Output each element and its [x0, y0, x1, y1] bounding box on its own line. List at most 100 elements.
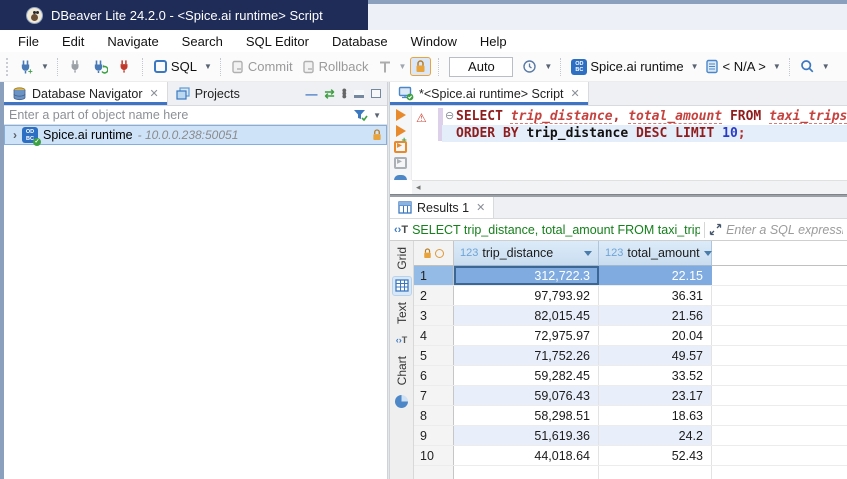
scroll-left-icon[interactable]: ◂	[416, 182, 421, 193]
total-amount-cell[interactable]: 21.56	[599, 306, 712, 325]
autocommit-lock-button[interactable]	[410, 57, 431, 76]
trip-distance-cell[interactable]: 71,752.26	[454, 346, 599, 365]
expand-filter-icon[interactable]	[709, 223, 722, 236]
sql-editor-dropdown[interactable]: ▼	[203, 62, 213, 71]
sql-editor-button[interactable]: SQL	[150, 57, 200, 76]
query-history-dropdown[interactable]: ▼	[543, 62, 553, 71]
menu-window[interactable]: Window	[406, 32, 462, 51]
trip-distance-cell[interactable]: 59,076.43	[454, 386, 599, 405]
row-number-cell[interactable]: 4	[414, 326, 454, 345]
collapse-all-icon[interactable]: —	[306, 87, 318, 101]
table-row[interactable]: 1044,018.6452.43	[414, 446, 847, 466]
tab-grid[interactable]: Grid	[395, 247, 409, 270]
tab-results-1[interactable]: Results 1 ✕	[390, 197, 494, 218]
code-line[interactable]: ORDER BY trip_distance DESC LIMIT 10;	[456, 125, 847, 142]
expand-chevron-icon[interactable]: ›	[9, 128, 17, 142]
total-amount-cell[interactable]: 22.15	[599, 266, 712, 285]
menu-navigate[interactable]: Navigate	[102, 32, 163, 51]
trip-distance-cell[interactable]: 51,619.36	[454, 426, 599, 445]
close-icon[interactable]: ✕	[569, 87, 580, 100]
column-header-total-amount[interactable]: 123 total_amount	[599, 241, 712, 266]
total-amount-cell[interactable]: 52.43	[599, 446, 712, 465]
row-number-cell[interactable]: 9	[414, 426, 454, 445]
column-header-trip-distance[interactable]: 123 trip_distance	[454, 241, 599, 266]
editor-hscrollbar[interactable]: ◂	[412, 180, 847, 194]
sort-dropdown-icon[interactable]	[584, 251, 592, 256]
table-row[interactable]: 571,752.2649.57	[414, 346, 847, 366]
total-amount-cell[interactable]: 36.31	[599, 286, 712, 305]
link-with-editor-icon[interactable]: ⇄	[325, 87, 335, 101]
trip-distance-cell[interactable]: 72,975.97	[454, 326, 599, 345]
execute-statement-icon[interactable]	[396, 109, 406, 121]
autocommit-mode-combo[interactable]: Auto	[449, 57, 513, 77]
close-icon[interactable]: ✕	[147, 87, 158, 100]
table-row[interactable]: 759,076.4323.17	[414, 386, 847, 406]
row-number-cell[interactable]: 6	[414, 366, 454, 385]
database-selector-dropdown[interactable]: ▼	[772, 62, 782, 71]
query-history-button[interactable]	[519, 57, 540, 76]
sql-editor-area[interactable]: + ⚠ ⊖ SELECT trip_distance, total_amount…	[390, 106, 847, 194]
more-tools-icon[interactable]	[394, 175, 407, 180]
total-amount-cell[interactable]: 49.57	[599, 346, 712, 365]
transaction-mode-dropdown[interactable]: ▼	[398, 62, 408, 71]
connect-button[interactable]	[65, 57, 86, 76]
search-button[interactable]	[797, 57, 818, 76]
trip-distance-cell[interactable]: 82,015.45	[454, 306, 599, 325]
row-number-cell[interactable]: 8	[414, 406, 454, 425]
row-number-cell[interactable]: 1	[414, 266, 454, 285]
grid-corner-cell[interactable]	[414, 241, 454, 266]
total-amount-cell[interactable]: 20.04	[599, 326, 712, 345]
row-number-cell[interactable]: 7	[414, 386, 454, 405]
minimize-view-icon[interactable]	[354, 90, 364, 98]
tab-projects[interactable]: Projects	[168, 82, 248, 105]
maximize-view-icon[interactable]	[371, 89, 381, 98]
menu-search[interactable]: Search	[177, 32, 228, 51]
sort-dropdown-icon[interactable]	[704, 251, 712, 256]
tab-chart[interactable]: Chart	[395, 356, 409, 385]
tab-text[interactable]: Text	[395, 302, 409, 324]
sql-code-lines[interactable]: SELECT trip_distance, total_amount FROM …	[456, 108, 847, 142]
transaction-mode-button[interactable]	[375, 58, 395, 76]
trip-distance-cell[interactable]: 58,298.51	[454, 406, 599, 425]
total-amount-cell[interactable]: 18.63	[599, 406, 712, 425]
execute-new-tab-icon[interactable]: +	[396, 125, 406, 137]
row-number-cell[interactable]: 2	[414, 286, 454, 305]
search-dropdown[interactable]: ▼	[821, 62, 831, 71]
object-filter-input[interactable]: Enter a part of object name here ▼	[4, 106, 387, 125]
tab-database-navigator[interactable]: Database Navigator ✕	[4, 82, 168, 105]
trip-distance-cell[interactable]: 44,018.64	[454, 446, 599, 465]
menu-sql-editor[interactable]: SQL Editor	[241, 32, 314, 51]
filter-dropdown[interactable]: ▼	[372, 111, 382, 120]
tab-sql-script[interactable]: *<Spice.ai runtime> Script ✕	[390, 82, 589, 105]
rollback-button[interactable]: Rollback	[299, 57, 372, 76]
menu-file[interactable]: File	[13, 32, 44, 51]
table-row[interactable]: 858,298.5118.63	[414, 406, 847, 426]
trip-distance-cell[interactable]: 59,282.45	[454, 366, 599, 385]
filter-funnel-icon[interactable]	[353, 109, 368, 122]
trip-distance-cell[interactable]: 312,722.3	[454, 266, 599, 285]
reconnect-button[interactable]	[89, 57, 111, 77]
table-row[interactable]: 951,619.3624.2	[414, 426, 847, 446]
chart-view-icon[interactable]	[392, 391, 412, 411]
table-row[interactable]: 297,793.9236.31	[414, 286, 847, 306]
row-number-cell[interactable]: 3	[414, 306, 454, 325]
disconnect-button[interactable]	[114, 57, 135, 76]
text-view-icon[interactable]: ‹›T	[392, 330, 412, 350]
results-filter-bar[interactable]: ‹›T SELECT trip_distance, total_amount F…	[390, 219, 847, 241]
tree-item-connection[interactable]: › ODBC✓ Spice.ai runtime - 10.0.0.238:50…	[4, 125, 387, 145]
fold-collapse-icon[interactable]: ⊖	[445, 109, 454, 122]
connection-selector[interactable]: ODBC Spice.ai runtime	[568, 57, 686, 77]
table-row[interactable]: 659,282.4533.52	[414, 366, 847, 386]
database-selector[interactable]: < N/A >	[702, 57, 768, 76]
table-row[interactable]: 472,975.9720.04	[414, 326, 847, 346]
total-amount-cell[interactable]: 23.17	[599, 386, 712, 405]
commit-button[interactable]: Commit	[228, 57, 296, 76]
menu-database[interactable]: Database	[327, 32, 393, 51]
row-number-cell[interactable]: 10	[414, 446, 454, 465]
menu-edit[interactable]: Edit	[57, 32, 89, 51]
row-number-cell[interactable]: 5	[414, 346, 454, 365]
trip-distance-cell[interactable]: 97,793.92	[454, 286, 599, 305]
new-connection-button[interactable]: +	[15, 57, 37, 77]
close-icon[interactable]: ✕	[474, 201, 485, 214]
grid-view-icon[interactable]	[392, 276, 412, 296]
